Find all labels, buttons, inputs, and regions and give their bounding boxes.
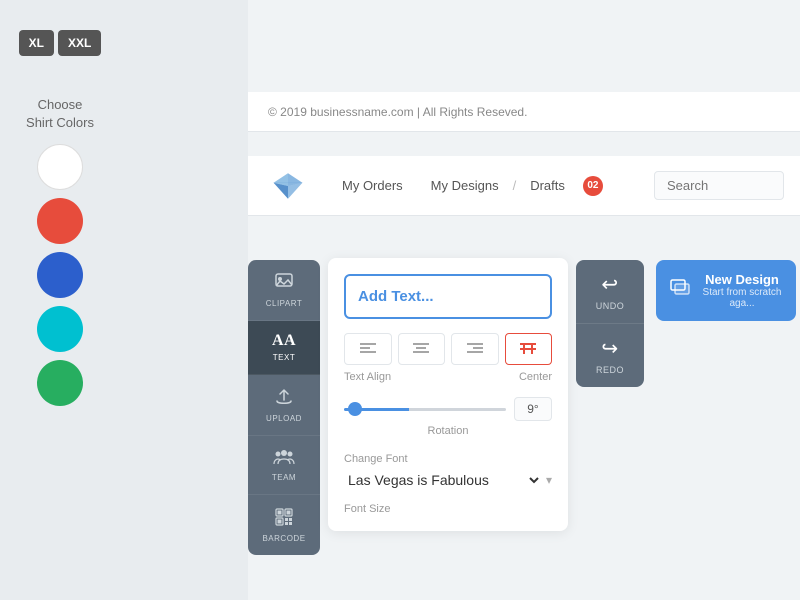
rotation-section: 9° Rotation xyxy=(344,397,552,437)
footer-copyright: © 2019 businessname.com | All Rights Res… xyxy=(268,105,527,119)
tool-upload[interactable]: UPLOAD xyxy=(248,375,320,436)
nav-search xyxy=(654,171,784,200)
color-swatch-green[interactable] xyxy=(37,360,83,406)
search-input[interactable] xyxy=(654,171,784,200)
text-label: TEXT xyxy=(273,353,295,362)
align-right-button[interactable] xyxy=(451,333,499,365)
team-icon xyxy=(273,448,295,469)
undo-icon: ↩ xyxy=(601,272,618,297)
diamond-icon xyxy=(272,170,304,202)
nav-my-designs[interactable]: My Designs xyxy=(417,178,513,193)
align-justify-button[interactable] xyxy=(505,333,553,365)
barcode-label: BARCODE xyxy=(262,534,305,543)
undo-button[interactable]: ↩ UNDO xyxy=(576,260,644,324)
font-select[interactable]: Las Vegas is Fabulous xyxy=(344,471,542,489)
new-design-button[interactable]: New Design Start from scratch aga... xyxy=(656,260,796,321)
nav-drafts[interactable]: Drafts xyxy=(516,178,579,193)
text-align-label: Text Align xyxy=(344,371,391,383)
size-xxl-button[interactable]: XXL xyxy=(58,30,101,56)
clipart-icon xyxy=(274,272,294,295)
font-size-label: Font Size xyxy=(344,503,552,515)
editor-panel: Add Text... xyxy=(328,258,568,531)
redo-label: REDO xyxy=(596,365,624,375)
color-swatch-red[interactable] xyxy=(37,198,83,244)
new-design-title: New Design xyxy=(702,272,782,287)
text-icon: Aa xyxy=(272,333,296,349)
color-swatch-cyan[interactable] xyxy=(37,306,83,352)
clipart-label: CLIPART xyxy=(266,299,303,308)
tool-text[interactable]: Aa TEXT xyxy=(248,321,320,375)
align-buttons xyxy=(344,333,552,365)
font-select-row: Las Vegas is Fabulous ▾ xyxy=(344,471,552,489)
chevron-down-icon: ▾ xyxy=(546,473,552,487)
tool-barcode[interactable]: BARCODE xyxy=(248,495,320,555)
drafts-badge: 02 xyxy=(583,176,603,196)
tool-team[interactable]: TEAM xyxy=(248,436,320,495)
rotation-value: 9° xyxy=(514,397,552,421)
size-buttons: XL XXL xyxy=(19,30,102,56)
footer-bar: © 2019 businessname.com | All Rights Res… xyxy=(248,92,800,132)
nav-my-orders[interactable]: My Orders xyxy=(328,178,417,193)
undo-label: UNDO xyxy=(596,301,625,311)
redo-icon: ↪ xyxy=(601,336,618,361)
change-font-label: Change Font xyxy=(344,453,552,465)
nav-links: My Orders My Designs / Drafts 02 xyxy=(328,176,654,196)
align-center-button[interactable] xyxy=(398,333,446,365)
size-xl-button[interactable]: XL xyxy=(19,30,54,56)
align-left-button[interactable] xyxy=(344,333,392,365)
left-panel: XL XXL Choose Shirt Colors xyxy=(0,0,120,600)
rotation-label: Rotation xyxy=(344,425,552,437)
barcode-icon xyxy=(274,507,294,530)
color-swatch-blue[interactable] xyxy=(37,252,83,298)
align-labels: Text Align Center xyxy=(344,371,552,383)
rotation-slider[interactable] xyxy=(344,408,506,411)
undo-redo-panel: ↩ UNDO ↪ REDO xyxy=(576,260,644,387)
text-align-section: Text Align Center xyxy=(344,333,552,383)
redo-button[interactable]: ↪ REDO xyxy=(576,324,644,387)
upload-label: UPLOAD xyxy=(266,414,302,423)
upload-icon xyxy=(274,387,294,410)
new-design-icon xyxy=(670,277,692,304)
color-swatch-white[interactable] xyxy=(37,144,83,190)
change-font-section: Change Font Las Vegas is Fabulous ▾ xyxy=(344,453,552,489)
color-swatches xyxy=(37,144,83,406)
tools-panel: CLIPART Aa TEXT UPLOAD TEAM xyxy=(248,260,320,555)
choose-colors-label: Choose Shirt Colors xyxy=(26,96,94,132)
team-label: TEAM xyxy=(272,473,296,482)
center-label: Center xyxy=(519,371,552,383)
nav-logo xyxy=(264,170,312,202)
rotation-row: 9° xyxy=(344,397,552,421)
add-text-button[interactable]: Add Text... xyxy=(344,274,552,319)
nav-bar: My Orders My Designs / Drafts 02 xyxy=(248,156,800,216)
tool-clipart[interactable]: CLIPART xyxy=(248,260,320,321)
new-design-text: New Design Start from scratch aga... xyxy=(702,272,782,309)
new-design-subtitle: Start from scratch aga... xyxy=(702,287,782,309)
